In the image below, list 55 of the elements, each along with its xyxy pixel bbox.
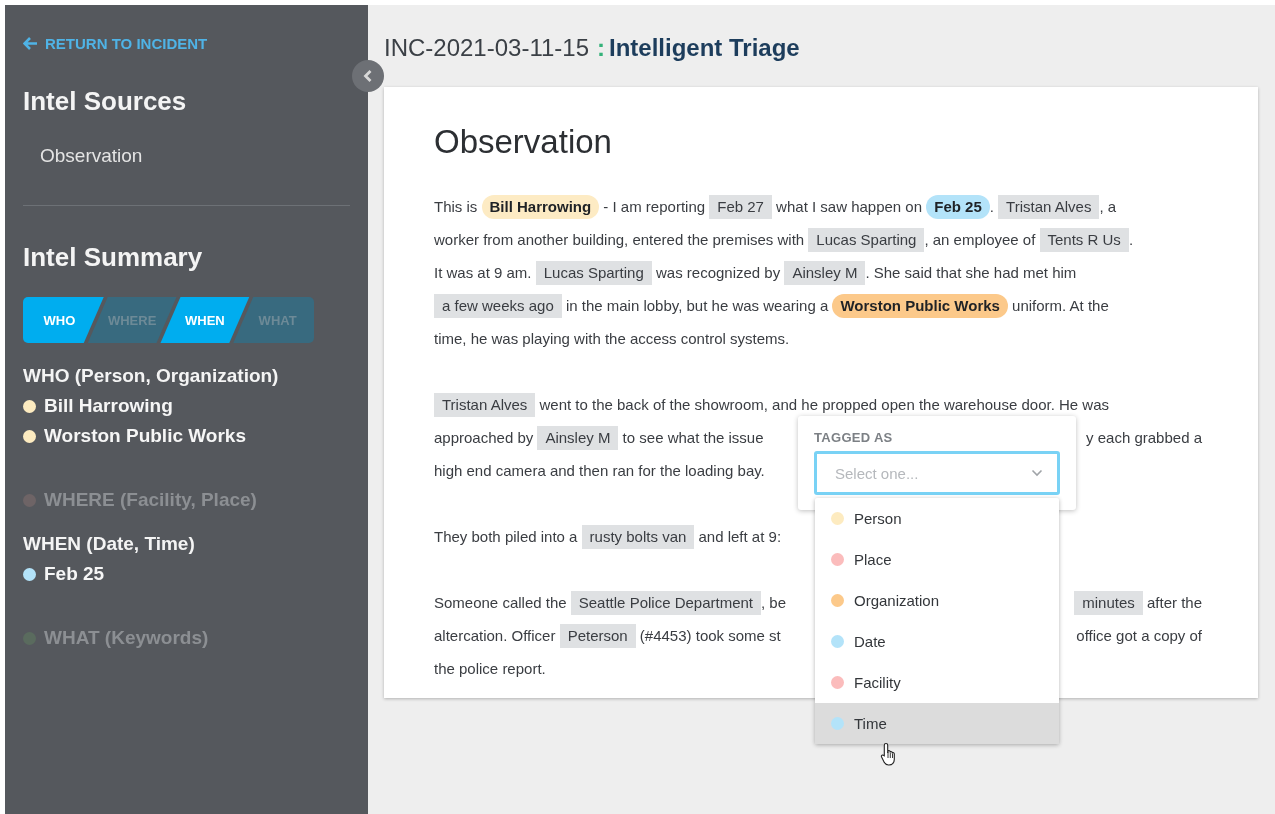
text-line: y each grabbed a [1086,428,1202,448]
text-line: This is Bill Harrowing - I am reporting Feb 27 what I saw happen on Feb 25 . Tristan Alves , a [434,190,1117,223]
page-title: Intelligent Triage [609,34,800,62]
entity-item: Bill Harrowing [44,395,173,417]
entity-tag[interactable]: Lucas Sparting [535,261,652,285]
document-title: Observation [434,123,613,162]
tag-select[interactable]: Select one... [814,451,1060,495]
chevron-down-icon [1031,469,1043,477]
text-line: time, he was playing with the access control systems. [434,329,790,349]
option-item[interactable]: Organization [815,580,1059,621]
collapse-button[interactable] [352,60,384,92]
chevron-left-icon [363,69,373,83]
option-item[interactable]: Place [815,539,1059,580]
entity-tag[interactable]: Tristan Alves [998,195,1100,219]
entity-tag[interactable]: Seattle Police Department [570,591,762,615]
option-item[interactable]: Facility [815,662,1059,703]
text-line: minutes after the [1074,586,1202,619]
entity-tag[interactable]: Ainsley M [537,426,619,450]
incident-id: INC-2021-03-11-15 [384,34,589,62]
text-line: the police report. [434,659,546,679]
entity-tag[interactable]: a few weeks ago [434,294,562,318]
text-line: They both piled into a rusty bolts van and left at 9: [434,520,782,553]
text-line: worker from another building, entered the premises with Lucas Sparting , an employee of Tents R Us . [434,223,1134,256]
option-item[interactable]: Time [815,703,1059,744]
text-line: high end camera and then ran for the loading bay. [434,461,765,481]
section-title: Intel Sources [23,86,188,117]
category-heading: WHO (Person, Organization) [23,365,279,387]
section-title: Intel Summary [23,242,204,273]
entity-tag[interactable]: rusty bolts van [581,525,695,549]
category-heading: WHEN (Date, Time) [23,533,195,555]
entity-item: Feb 25 [44,563,105,585]
option-item[interactable]: Person [815,498,1059,539]
text-line: office got a copy of [1076,626,1202,646]
entity-tag[interactable]: Ainsley M [784,261,866,285]
entity-tag[interactable]: Feb 27 [709,195,772,219]
entity-tag[interactable]: Feb 25 [926,195,990,219]
separator-mark: : [597,34,605,62]
text-line: a few weeks ago in the main lobby, but he was wearing a Worston Public Works uniform. At the [434,289,1109,322]
entity-tag[interactable]: Tents R Us [1039,228,1129,252]
text-line: altercation. Officer Peterson (#4453) took some st [434,619,781,652]
entity-tag[interactable]: Tristan Alves [434,393,536,417]
text-line: approached by Ainsley M to see what the issue [434,421,764,454]
entity-tag[interactable]: Peterson [559,624,636,648]
text-line: It was at 9 am. Lucas Sparting was recognized by Ainsley M . She said that she had met him [434,256,1077,289]
source-item[interactable]: Observation [40,145,350,167]
entity-tag[interactable]: Lucas Sparting [808,228,925,252]
field-label: TAGGED AS [814,430,894,445]
back-arrow-icon [23,37,38,50]
entity-tag[interactable]: Bill Harrowing [481,195,600,219]
entity-tag[interactable]: Worston Public Works [832,294,1008,318]
text-line: Tristan Alves went to the back of the showroom, and he propped open the warehouse door. He was [434,388,1110,421]
option-item[interactable]: Date [815,621,1059,662]
entity-item: Worston Public Works [44,425,246,447]
entity-tag[interactable]: minutes [1074,591,1143,615]
text-line: Someone called the Seattle Police Department , be [434,586,787,619]
